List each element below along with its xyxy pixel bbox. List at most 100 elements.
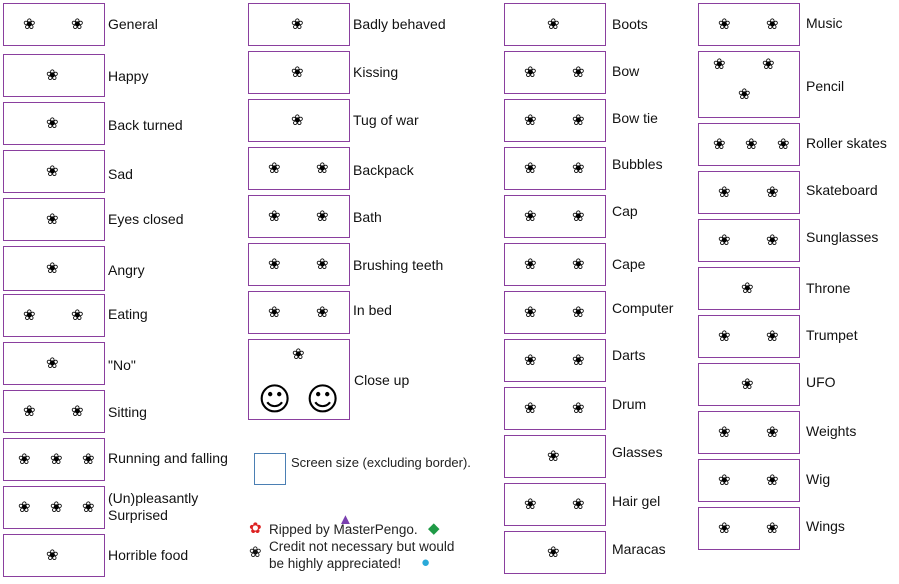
sprite-frame-eating: [3, 294, 105, 337]
sprite-icon: ❀: [741, 279, 754, 297]
sprite-frame-computer: [504, 291, 606, 334]
sprite-frame-brushing-teeth: [248, 243, 350, 286]
sprite-icon: ❀: [572, 111, 585, 129]
sprite-frame-sunglasses: [698, 219, 800, 262]
sprite-icon: ❀: [50, 450, 63, 468]
sprite-label-running-and-falling: Running and falling: [108, 450, 228, 466]
credits-line-3: be highly appreciated!: [269, 556, 402, 571]
sprite-label-sunglasses: Sunglasses: [806, 229, 879, 245]
sprite-icon: ❀: [718, 15, 731, 33]
sprite-icon: ❀: [766, 15, 779, 33]
sprite-label-bath: Bath: [353, 209, 382, 225]
sprite-label-brushing-teeth: Brushing teeth: [353, 257, 444, 273]
sprite-frame-darts: [504, 339, 606, 382]
sprite-icon: ❀: [316, 159, 329, 177]
sprite-label-maracas: Maracas: [612, 541, 666, 557]
sprite-frame-in-bed: [248, 291, 350, 334]
sprite-icon: ❀: [46, 114, 59, 132]
sprite-icon: ❀: [291, 15, 304, 33]
sprite-icon: ❀: [524, 63, 537, 81]
sprite-icon: ❀: [547, 15, 560, 33]
sprite-label-kissing: Kissing: [353, 64, 399, 80]
sprite-frame-drum: [504, 387, 606, 430]
parrot-icon: ✿: [249, 520, 262, 537]
sprite-icon: ❀: [46, 162, 59, 180]
credits-line-1: Ripped by MasterPengo.: [269, 522, 418, 537]
sprite-icon: ❀: [23, 15, 36, 33]
sprite-icon: ❀: [766, 471, 779, 489]
sprite-icon: ❀: [524, 303, 537, 321]
sprite-icon: ❀: [292, 345, 305, 363]
sprite-icon: ❀: [713, 135, 726, 153]
sprite-icon: ❀: [572, 63, 585, 81]
sprite-icon: ❀: [718, 423, 731, 441]
sprite-icon: ❀: [718, 327, 731, 345]
credits-line-2: Credit not necessary but would: [269, 539, 455, 554]
sprite-frame-sitting: [3, 390, 105, 433]
sprite-icon: ❀: [713, 55, 726, 73]
sprite-icon: ❀: [71, 306, 84, 324]
sprite-frame-cap: [504, 195, 606, 238]
sprite-icon: ❀: [718, 471, 731, 489]
sprite-icon: ❀: [316, 255, 329, 273]
sprite-icon: ❀: [572, 159, 585, 177]
sprite-label-no: "No": [108, 357, 136, 373]
sprite-icon: ❀: [268, 255, 281, 273]
sprite-icon: ❀: [82, 498, 95, 516]
sprite-label-drum: Drum: [612, 396, 647, 412]
sprite-label-sad: Sad: [108, 166, 133, 182]
sprite-icon: ❀: [291, 63, 304, 81]
sprite-icon: ❀: [524, 111, 537, 129]
sprite-icon: ❀: [46, 546, 59, 564]
sprite-frame-bath: [248, 195, 350, 238]
sprite-icon: ❀: [524, 399, 537, 417]
sprite-label-happy: Happy: [108, 68, 149, 84]
sprite-label-eyes-closed: Eyes closed: [108, 211, 184, 227]
screen-size-label: Screen size (excluding border).: [291, 455, 471, 470]
sprite-frame-trumpet: [698, 315, 800, 358]
sprite-icon: ❀: [23, 402, 36, 420]
sprite-icon: ❀: [766, 183, 779, 201]
sprite-icon: ❀: [524, 207, 537, 225]
sprite-icon: ❀: [572, 495, 585, 513]
sprite-icon: ❀: [18, 450, 31, 468]
sprite-label-general: General: [108, 16, 158, 32]
sprite-icon: ❀: [547, 543, 560, 561]
sprite-icon: ❀: [766, 327, 779, 345]
sprite-icon: ❀: [82, 450, 95, 468]
sprite-label-wig: Wig: [806, 471, 831, 487]
sprite-label-ufo: UFO: [806, 374, 836, 390]
sprite-label-roller-skates: Roller skates: [806, 135, 887, 151]
sprite-icon: ❀: [268, 303, 281, 321]
sprite-icon: ❀: [524, 495, 537, 513]
sprite-label-trumpet: Trumpet: [806, 327, 858, 343]
sprite-icon: ❀: [524, 255, 537, 273]
sprite-label-close-up: Close up: [354, 372, 410, 388]
sprite-label-tug-of-war: Tug of war: [353, 112, 419, 128]
sprite-icon: ❀: [46, 210, 59, 228]
sprite-icon: ❀: [572, 303, 585, 321]
sprite-label-boots: Boots: [612, 16, 648, 32]
sprite-icon: ❀: [547, 447, 560, 465]
sprite-icon: ❀: [23, 306, 36, 324]
sprite-icon: ❀: [71, 15, 84, 33]
sprite-icon: ❀: [766, 423, 779, 441]
sprite-label-in-bed: In bed: [353, 302, 392, 318]
sprite-icon: ❀: [777, 135, 790, 153]
sprite-frame-backpack: [248, 147, 350, 190]
sprite-icon: ❀: [46, 66, 59, 84]
sprite-frame-skateboard: [698, 171, 800, 214]
sprite-icon: ❀: [46, 259, 59, 277]
sprite-label-bow-tie: Bow tie: [612, 110, 658, 126]
sprite-icon: ❀: [718, 519, 731, 537]
sprite-icon: ❀: [524, 159, 537, 177]
sprite-label-bubbles: Bubbles: [612, 156, 663, 172]
sprite-frame-wig: [698, 459, 800, 502]
sprite-frame-cape: [504, 243, 606, 286]
sprite-label-wings: Wings: [806, 518, 845, 534]
sprite-frame-music: [698, 3, 800, 46]
sprite-icon: ❀: [18, 498, 31, 516]
sprite-frame-bubbles: [504, 147, 606, 190]
sprite-icon: ❀: [71, 402, 84, 420]
sprite-icon: ❀: [718, 183, 731, 201]
